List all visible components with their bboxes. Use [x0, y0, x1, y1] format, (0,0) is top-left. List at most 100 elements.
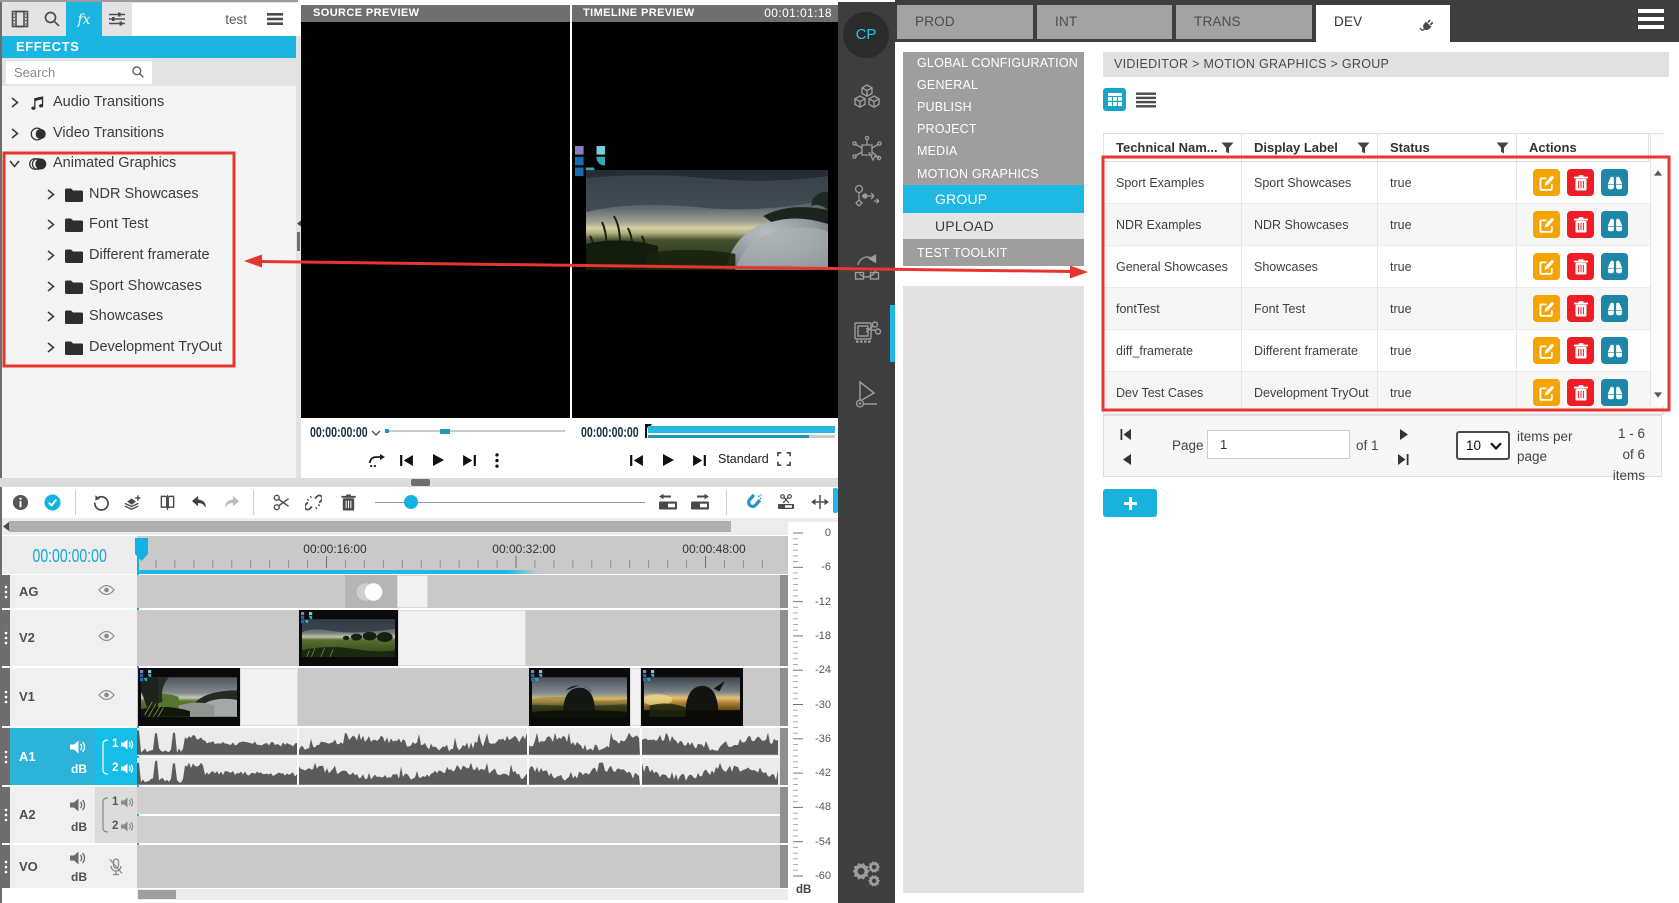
hamburger-icon[interactable]	[1638, 9, 1664, 29]
nav-item-test-toolkit[interactable]: TEST TOOLKIT	[903, 239, 1084, 266]
track-drag-handle[interactable]	[2, 610, 10, 666]
table-row[interactable]: fontTestFont Testtrue	[1104, 288, 1663, 330]
page-prev-icon[interactable]	[1122, 454, 1131, 465]
tab-trans[interactable]: TRANS	[1176, 5, 1312, 39]
audio-clip-waveform[interactable]	[642, 758, 778, 786]
inspect-button[interactable]	[1601, 295, 1628, 322]
user-avatar[interactable]: CP	[843, 12, 889, 58]
chevron-right-icon[interactable]	[45, 342, 56, 353]
info-circle-icon[interactable]	[12, 494, 29, 511]
table-scrollbar[interactable]	[1650, 134, 1664, 406]
timeline-hscrollbar[interactable]	[2, 518, 838, 535]
magnet-icon[interactable]	[744, 493, 762, 511]
kebab-icon[interactable]	[495, 453, 499, 468]
audio-clip-waveform[interactable]	[137, 758, 297, 786]
vidieditor-icon[interactable]	[852, 316, 882, 346]
tab-prod[interactable]: PROD	[897, 5, 1033, 39]
track-drag-handle[interactable]	[2, 728, 10, 785]
media-bin-icon[interactable]	[11, 10, 29, 28]
play-icon[interactable]	[663, 454, 674, 466]
fullscreen-icon[interactable]	[777, 452, 791, 466]
chevron-small-down-icon[interactable]	[371, 430, 381, 436]
chevron-right-icon[interactable]	[9, 97, 20, 108]
audio-clip-waveform[interactable]	[299, 728, 527, 756]
edit-button[interactable]	[1533, 169, 1560, 196]
edit-button[interactable]	[1533, 211, 1560, 238]
speaker-small-icon[interactable]	[121, 763, 134, 774]
tab-dev[interactable]: DEV	[1316, 5, 1450, 51]
column-header-technical-nam-[interactable]: Technical Nam...	[1104, 134, 1242, 161]
check-circle-icon[interactable]	[44, 494, 61, 511]
insert-right-icon[interactable]	[690, 493, 710, 511]
connections-hub-icon[interactable]	[852, 135, 882, 165]
video-clip[interactable]	[138, 668, 240, 726]
inspect-button[interactable]	[1601, 211, 1628, 238]
next-frame-icon[interactable]	[463, 455, 476, 466]
add-group-button[interactable]	[1103, 489, 1157, 517]
audio-clip-waveform[interactable]	[642, 728, 778, 756]
preview-progress-bar[interactable]	[648, 426, 835, 433]
assets-cubes-icon[interactable]	[852, 82, 882, 112]
playhead-flag[interactable]	[135, 538, 148, 561]
chevron-right-icon[interactable]	[45, 281, 56, 292]
clip-tail[interactable]	[397, 575, 428, 608]
items-per-page-select[interactable]: 10	[1456, 431, 1510, 460]
panel-resize-handle[interactable]	[411, 479, 430, 486]
funnel-icon[interactable]	[1221, 142, 1234, 154]
funnel-icon[interactable]	[1357, 142, 1370, 154]
settings-gears-icon[interactable]	[849, 855, 885, 891]
speaker-small-icon[interactable]	[121, 821, 134, 832]
overwrite-icon[interactable]	[369, 454, 385, 467]
inspect-button[interactable]	[1601, 337, 1628, 364]
prev-frame-icon[interactable]	[400, 455, 413, 466]
speaker-icon[interactable]	[70, 851, 87, 865]
page-next-icon[interactable]	[1400, 429, 1409, 440]
play-icon[interactable]	[433, 454, 444, 466]
eye-icon[interactable]	[98, 584, 115, 596]
audio-clip-waveform[interactable]	[299, 758, 527, 786]
timeline-hscrollbar-thumb[interactable]	[9, 521, 731, 532]
scroll-down-icon[interactable]	[1654, 392, 1662, 398]
funnel-icon[interactable]	[1496, 142, 1509, 154]
eye-icon[interactable]	[98, 689, 115, 701]
table-row[interactable]: Sport ExamplesSport Showcasestrue	[1104, 162, 1663, 204]
speaker-small-icon[interactable]	[121, 739, 134, 750]
speaker-icon[interactable]	[70, 740, 87, 754]
chevron-right-icon[interactable]	[45, 219, 56, 230]
quality-selector[interactable]: Standard	[718, 452, 769, 466]
delete-button[interactable]	[1567, 295, 1594, 322]
column-header-actions[interactable]: Actions	[1517, 134, 1649, 161]
tree-scrollbar-thumb[interactable]	[297, 232, 300, 251]
clip-tail[interactable]	[398, 610, 526, 666]
chevron-down-icon[interactable]	[9, 158, 20, 169]
layers-plus-icon[interactable]	[124, 494, 141, 511]
nav-item-motion-graphics[interactable]: MOTION GRAPHICS	[903, 162, 1084, 185]
table-row[interactable]: General ShowcasesShowcasestrue	[1104, 246, 1663, 288]
inspect-button[interactable]	[1601, 169, 1628, 196]
tree-item-sport-showcases[interactable]: Sport Showcases	[2, 272, 282, 302]
timeline-ruler[interactable]: 00:00:16:0000:00:32:0000:00:48:00	[137, 536, 788, 574]
page-input[interactable]: 1	[1207, 430, 1350, 459]
nav-item-upload[interactable]: UPLOAD	[903, 213, 1084, 239]
column-header-display-label[interactable]: Display Label	[1242, 134, 1378, 161]
nav-item-global-configuration[interactable]: GLOBAL CONFIGURATION	[903, 52, 1084, 74]
inspect-button[interactable]	[1601, 253, 1628, 280]
track-drag-handle[interactable]	[2, 668, 10, 726]
bottom-scrollbar-thumb[interactable]	[138, 890, 176, 899]
delete-button[interactable]	[1567, 379, 1594, 406]
sync-transfer-icon[interactable]	[852, 252, 882, 282]
track-drag-handle[interactable]	[2, 575, 10, 608]
h-expand-icon[interactable]	[810, 494, 830, 510]
delete-button[interactable]	[1567, 253, 1594, 280]
delete-button[interactable]	[1567, 337, 1594, 364]
table-row[interactable]: diff_framerateDifferent frameratetrue	[1104, 330, 1663, 372]
undo-icon[interactable]	[191, 494, 208, 511]
scroll-left-icon[interactable]	[297, 220, 301, 227]
chevron-right-icon[interactable]	[9, 128, 20, 139]
test-runner-icon[interactable]	[852, 378, 882, 408]
workflow-icon[interactable]	[852, 182, 882, 212]
chevron-right-icon[interactable]	[45, 189, 56, 200]
timeline-bottom-scrollbar[interactable]	[137, 889, 788, 900]
nav-item-publish[interactable]: PUBLISH	[903, 96, 1084, 118]
inspect-button[interactable]	[1601, 379, 1628, 406]
